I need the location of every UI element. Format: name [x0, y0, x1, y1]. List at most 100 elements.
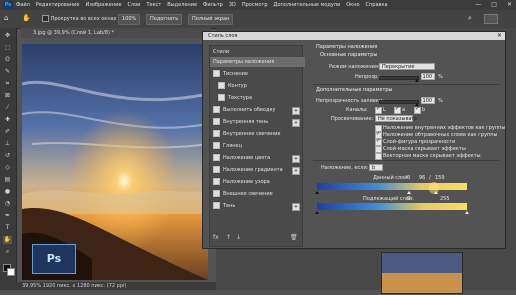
menu-image[interactable]: Изображение: [85, 2, 121, 8]
menu-plugins[interactable]: Дополнительные модули: [274, 2, 341, 8]
style-item[interactable]: Внутреннее свечение: [210, 129, 302, 139]
channel-a-checkbox[interactable]: [394, 106, 401, 114]
blend-if-dropdown[interactable]: b: [369, 164, 383, 171]
move-tool-icon[interactable]: ✥: [3, 32, 12, 40]
frame-tool-icon[interactable]: ⊠: [3, 92, 12, 100]
style-checkbox[interactable]: [218, 82, 225, 89]
this-layer-black-handle[interactable]: [315, 191, 319, 194]
styles-header[interactable]: Стили: [210, 47, 305, 57]
style-checkbox[interactable]: [218, 94, 225, 101]
document-tab[interactable]: 3.jpg @ 39,9% (Слой 1, Lab/8) *: [21, 28, 211, 38]
style-checkbox[interactable]: [213, 70, 220, 77]
opacity-slider[interactable]: [379, 76, 419, 80]
add-style-icon[interactable]: +: [292, 203, 300, 211]
marquee-tool-icon[interactable]: ⬚: [3, 44, 12, 52]
fx-icon[interactable]: fx: [213, 234, 219, 241]
channel-l-checkbox[interactable]: [375, 106, 382, 114]
menu-file[interactable]: Файл: [16, 2, 30, 8]
scroll-all-checkbox[interactable]: [42, 15, 49, 22]
pen-tool-icon[interactable]: ✒: [3, 212, 12, 220]
knockout-dropdown[interactable]: Не показывать: [375, 115, 417, 122]
blend-mode-dropdown[interactable]: Перекрытие: [379, 63, 435, 70]
opacity-slider-handle[interactable]: [415, 79, 419, 82]
background-color-swatch[interactable]: [7, 268, 15, 276]
close-window-button[interactable]: ✕: [507, 1, 512, 8]
eraser-tool-icon[interactable]: ◇: [3, 164, 12, 172]
stamp-tool-icon[interactable]: ⊥: [3, 140, 12, 148]
this-layer-split-handle[interactable]: [407, 191, 411, 194]
blur-tool-icon[interactable]: ●: [3, 188, 12, 196]
menu-select[interactable]: Выделение: [167, 2, 197, 8]
history-brush-tool-icon[interactable]: ↺: [3, 152, 12, 160]
quick-select-tool-icon[interactable]: ✎: [3, 68, 12, 76]
advanced-option-checkbox[interactable]: [375, 138, 382, 146]
style-item[interactable]: Внутренняя тень +: [210, 117, 302, 127]
lasso-tool-icon[interactable]: ʘ: [3, 56, 12, 64]
style-item[interactable]: Тень +: [210, 201, 302, 211]
this-layer-gradient-bar[interactable]: [317, 183, 467, 190]
home-icon[interactable]: ⌂: [4, 14, 14, 23]
eyedropper-tool-icon[interactable]: ⁄: [3, 104, 12, 112]
minimize-button[interactable]: —: [475, 1, 481, 8]
style-checkbox[interactable]: [213, 130, 220, 137]
underlying-gradient-bar[interactable]: [317, 203, 467, 210]
hand-tool-panel-icon[interactable]: ✋: [3, 236, 12, 244]
healing-tool-icon[interactable]: ✚: [3, 116, 12, 124]
style-item[interactable]: Тиснение: [210, 69, 302, 79]
style-checkbox[interactable]: [213, 166, 220, 173]
underlying-black-handle[interactable]: [315, 211, 319, 214]
style-item[interactable]: Контур: [210, 81, 302, 91]
scroll-all-option[interactable]: Прокрутка во всех окнах: [42, 15, 117, 22]
dodge-tool-icon[interactable]: ◔: [3, 200, 12, 208]
menu-layers[interactable]: Слои: [127, 2, 140, 8]
style-checkbox[interactable]: [213, 178, 220, 185]
style-item[interactable]: Текстура: [210, 93, 302, 103]
menu-view[interactable]: Просмотр: [242, 2, 268, 8]
menu-help[interactable]: Справка: [366, 2, 388, 8]
canvas-image[interactable]: Ps: [22, 44, 208, 280]
style-item[interactable]: Выполнить обводку +: [210, 105, 302, 115]
zoom-tool-icon[interactable]: ⌕: [3, 248, 12, 256]
fill-screen-button[interactable]: Полный экран: [188, 14, 234, 25]
zoom-100-button[interactable]: 100%: [118, 14, 141, 25]
add-style-icon[interactable]: +: [292, 167, 300, 175]
hand-tool-icon[interactable]: ✋: [22, 14, 34, 23]
menu-filter[interactable]: Фильтр: [203, 2, 223, 8]
opacity-input[interactable]: 100: [421, 73, 435, 80]
style-checkbox[interactable]: [213, 202, 220, 209]
style-checkbox[interactable]: [213, 118, 220, 125]
brush-tool-icon[interactable]: ✐: [3, 128, 12, 136]
move-down-icon[interactable]: ↓: [236, 234, 241, 241]
workspace-icon[interactable]: [484, 14, 498, 24]
advanced-option-checkbox[interactable]: [375, 153, 382, 160]
fill-opacity-input[interactable]: 100: [421, 97, 435, 104]
trash-icon[interactable]: 🗑: [290, 234, 298, 241]
type-tool-icon[interactable]: T: [3, 224, 12, 232]
crop-tool-icon[interactable]: ⌗: [3, 80, 12, 88]
style-checkbox[interactable]: [213, 142, 220, 149]
blending-options-item[interactable]: Параметры наложения: [210, 57, 305, 67]
maximize-button[interactable]: □: [491, 1, 497, 8]
style-item[interactable]: Внешнее свечение: [210, 189, 302, 199]
channel-b-checkbox[interactable]: [414, 106, 421, 114]
style-item[interactable]: Наложение цвета +: [210, 153, 302, 163]
search-icon[interactable]: ⌕: [468, 14, 472, 23]
underlying-white-handle[interactable]: [465, 211, 469, 214]
menu-3d[interactable]: 3D: [229, 2, 236, 8]
menu-window[interactable]: Окно: [346, 2, 359, 8]
style-item[interactable]: Наложение узора: [210, 177, 302, 187]
add-style-icon[interactable]: +: [292, 107, 300, 115]
fit-screen-button[interactable]: Подогнать: [146, 14, 183, 25]
style-checkbox[interactable]: [213, 106, 220, 113]
dialog-close-icon[interactable]: ✕: [497, 32, 502, 40]
style-item[interactable]: Глянец: [210, 141, 302, 151]
add-style-icon[interactable]: +: [292, 155, 300, 163]
style-checkbox[interactable]: [213, 190, 220, 197]
style-checkbox[interactable]: [213, 154, 220, 161]
menu-edit[interactable]: Редактирование: [36, 2, 80, 8]
fill-opacity-slider[interactable]: [379, 100, 419, 104]
style-item[interactable]: Наложение градиента +: [210, 165, 302, 175]
add-style-icon[interactable]: +: [292, 119, 300, 127]
gradient-tool-icon[interactable]: ▤: [3, 176, 12, 184]
menu-type[interactable]: Текст: [146, 2, 161, 8]
